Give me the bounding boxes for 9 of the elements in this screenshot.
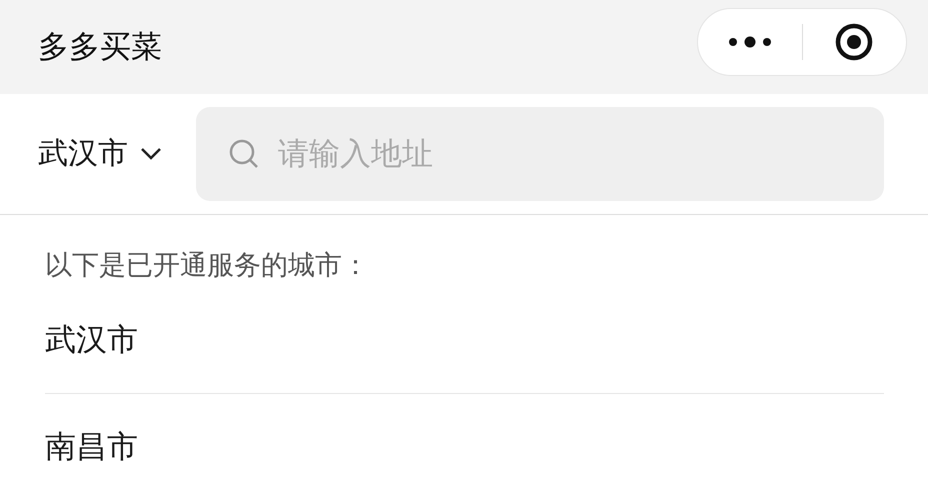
more-icon[interactable] [728, 36, 772, 48]
city-item[interactable]: 武汉市 [45, 319, 138, 361]
page-title: 多多买菜 [38, 28, 162, 67]
search-field[interactable]: 请输入地址 [196, 106, 884, 201]
chevron-down-icon [140, 146, 162, 161]
city-selector[interactable]: 武汉市 [38, 133, 162, 174]
city-item[interactable]: 南昌市 [45, 426, 138, 468]
cities-heading: 以下是已开通服务的城市： [45, 249, 370, 283]
search-icon [228, 138, 260, 170]
